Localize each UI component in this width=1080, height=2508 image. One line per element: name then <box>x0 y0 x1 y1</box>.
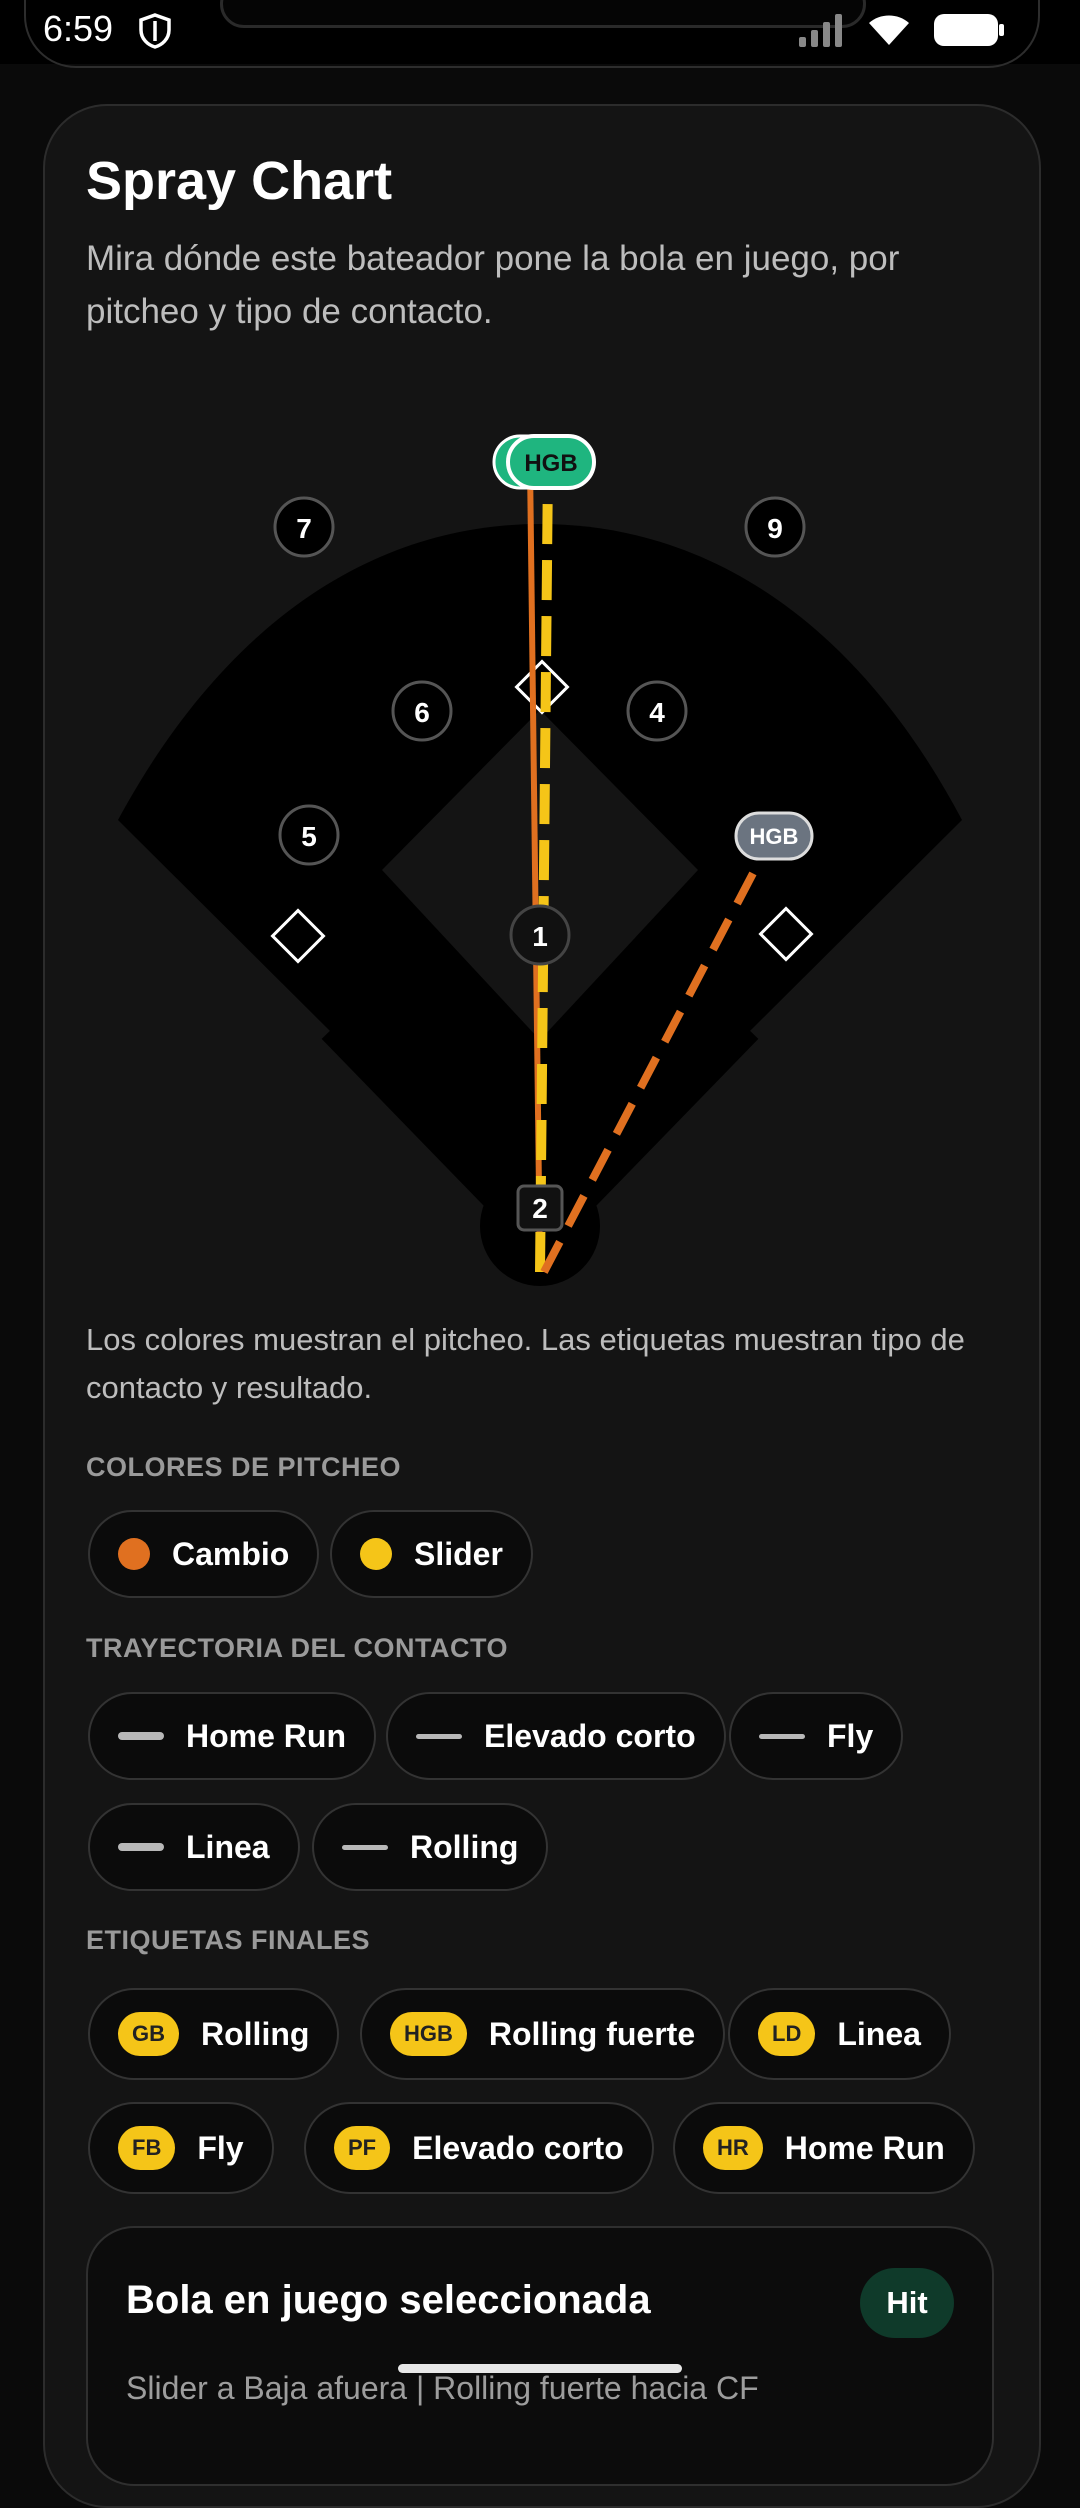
line-swatch <box>342 1844 388 1850</box>
trajectory-chip-elevado-corto[interactable]: Elevado corto <box>386 1692 726 1780</box>
signal-icon <box>797 13 845 52</box>
cambio-dot <box>118 1538 150 1570</box>
tag-gb: GB <box>118 2012 179 2056</box>
wifi-icon <box>867 13 911 52</box>
selected-ball-card[interactable] <box>86 2226 994 2486</box>
position-7[interactable]: 7 <box>273 496 335 558</box>
line-swatch <box>118 1843 164 1851</box>
pitch-chip-cambio[interactable]: Cambio <box>88 1510 320 1598</box>
final-chip-hgb[interactable]: HGB Rolling fuerte <box>360 1988 726 2080</box>
hit-label-rf[interactable]: HGB <box>734 811 814 861</box>
final-labels-heading: ETIQUETAS FINALES <box>86 1925 371 1955</box>
position-1[interactable]: 1 <box>509 904 571 966</box>
final-chip-fb[interactable]: FB Fly <box>88 2102 274 2194</box>
svg-text:6: 6 <box>414 697 430 728</box>
page-title: Spray Chart <box>86 151 393 211</box>
tag-ld: LD <box>758 2012 816 2056</box>
page-subtitle: Mira dónde este bateador pone la bola en… <box>86 239 900 331</box>
result-badge: Hit <box>860 2268 954 2338</box>
svg-text:9: 9 <box>767 513 783 544</box>
trajectory-chip-linea[interactable]: Linea <box>88 1803 300 1891</box>
position-4[interactable]: 4 <box>626 680 688 742</box>
svg-text:5: 5 <box>301 821 317 852</box>
trajectory-chip-home-run[interactable]: Home Run <box>88 1692 376 1780</box>
svg-text:4: 4 <box>649 697 665 728</box>
final-chip-gb[interactable]: GB Rolling <box>88 1988 340 2080</box>
position-2[interactable]: 2 <box>516 1184 564 1232</box>
position-5[interactable]: 5 <box>278 804 340 866</box>
svg-text:HGB: HGB <box>750 824 799 849</box>
home-indicator[interactable] <box>398 2364 682 2373</box>
trajectory-heading: TRAYECTORIA DEL CONTACTO <box>86 1633 509 1663</box>
tag-pf: PF <box>334 2126 391 2170</box>
shield-icon <box>138 13 172 54</box>
trajectory-chip-rolling[interactable]: Rolling <box>312 1803 549 1891</box>
tag-hr: HR <box>703 2126 763 2170</box>
tag-fb: FB <box>118 2126 176 2170</box>
final-chip-hr[interactable]: HR Home Run <box>673 2102 975 2194</box>
svg-text:HGB: HGB <box>524 450 577 477</box>
line-swatch <box>416 1733 462 1739</box>
trajectory-chip-fly[interactable]: Fly <box>729 1692 904 1780</box>
svg-text:2: 2 <box>532 1193 548 1224</box>
line-swatch <box>759 1733 805 1739</box>
battery-icon <box>933 12 1005 53</box>
slider-dot <box>360 1538 392 1570</box>
camera-cutout <box>220 0 866 28</box>
position-6[interactable]: 6 <box>391 680 453 742</box>
final-chip-pf[interactable]: PF Elevado corto <box>304 2102 654 2194</box>
pitch-colors-heading: COLORES DE PITCHEO <box>86 1452 402 1482</box>
pitch-chip-slider[interactable]: Slider <box>330 1510 533 1598</box>
selected-ball-description: Slider a Baja afuera | Rolling fuerte ha… <box>126 2370 759 2406</box>
chart-caption: Los colores muestran el pitcheo. Las eti… <box>86 1322 965 1405</box>
hit-label-cf[interactable]: HGB <box>492 434 596 490</box>
status-time: 6:59 <box>43 8 114 49</box>
svg-text:1: 1 <box>532 921 548 952</box>
spray-field[interactable]: 7 9 6 4 5 1 2 HGB HGB <box>86 400 994 1300</box>
tag-hgb: HGB <box>390 2012 467 2056</box>
selected-ball-title: Bola en juego seleccionada <box>126 2278 651 2322</box>
final-chip-ld[interactable]: LD Linea <box>728 1988 951 2080</box>
status-bar: 6:59 <box>0 0 1080 68</box>
line-swatch <box>118 1732 164 1740</box>
svg-text:7: 7 <box>296 513 312 544</box>
position-9[interactable]: 9 <box>744 496 806 558</box>
